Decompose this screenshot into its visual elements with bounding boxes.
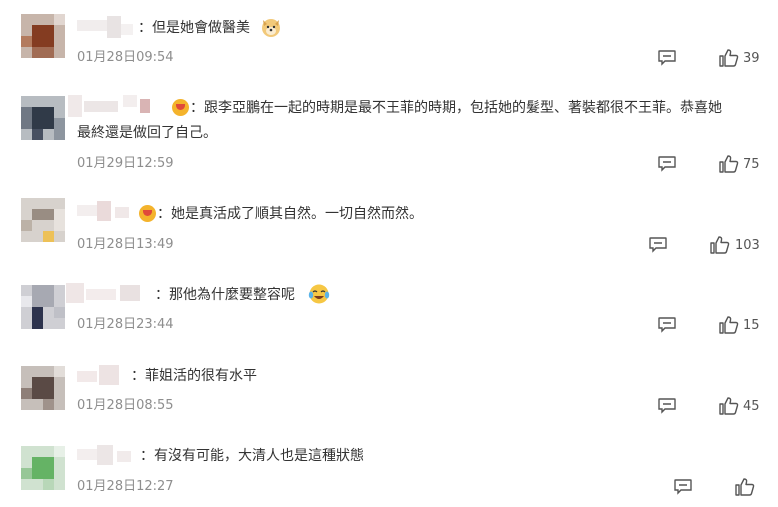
thumbs-up-icon[interactable]: [710, 236, 730, 254]
avatar[interactable]: [21, 446, 65, 490]
timestamp: 01月28日08:55: [77, 398, 174, 413]
like-count: 103: [735, 238, 760, 253]
timestamp: 01月28日09:54: [77, 50, 174, 65]
comment-text: ：那他為什麼要整容呢: [155, 287, 295, 303]
timestamp: 01月28日23:44: [77, 317, 174, 332]
like-count: 39: [743, 51, 760, 66]
comment-text: ：菲姐活的很有水平: [131, 368, 257, 384]
like-count: 45: [743, 399, 760, 414]
thumbs-up-icon[interactable]: [719, 397, 739, 415]
reply-icon[interactable]: [649, 237, 667, 253]
avatar[interactable]: [21, 14, 65, 58]
avatar[interactable]: [21, 96, 65, 140]
comment-text: ：跟李亞鵬在一起的時期是最不王菲的時期，包括她的髮型、著裝都很不王菲。恭喜她: [190, 100, 722, 116]
timestamp: 01月28日12:27: [77, 479, 174, 494]
like-count: 75: [743, 157, 760, 172]
reply-icon[interactable]: [658, 50, 676, 66]
comment-text-continued: 最終還是做回了自己。: [77, 125, 217, 141]
username-blurred[interactable]: [68, 95, 168, 117]
love-face-icon: [139, 205, 156, 222]
love-face-icon: [172, 99, 189, 116]
thumbs-up-icon[interactable]: [719, 316, 739, 334]
username-blurred[interactable]: [77, 445, 137, 467]
username-blurred[interactable]: [77, 365, 123, 387]
avatar[interactable]: [21, 285, 65, 329]
username-blurred[interactable]: [66, 283, 154, 305]
thumbs-up-icon[interactable]: [735, 478, 755, 496]
doge-icon: [262, 19, 280, 37]
avatar[interactable]: [21, 366, 65, 410]
thumbs-up-icon[interactable]: [719, 155, 739, 173]
username-blurred[interactable]: [77, 16, 139, 38]
avatar[interactable]: [21, 198, 65, 242]
like-count: 15: [743, 318, 760, 333]
reply-icon[interactable]: [674, 479, 692, 495]
thumbs-up-icon[interactable]: [719, 49, 739, 67]
reply-icon[interactable]: [658, 317, 676, 333]
comment-text: ：她是真活成了順其自然。一切自然而然。: [157, 206, 423, 222]
comment-text: ：有沒有可能，大清人也是這種狀態: [140, 448, 364, 464]
timestamp: 01月29日12:59: [77, 156, 174, 171]
reply-icon[interactable]: [658, 156, 676, 172]
username-blurred[interactable]: [77, 201, 135, 223]
reply-icon[interactable]: [658, 398, 676, 414]
timestamp: 01月28日13:49: [77, 237, 174, 252]
comment-text: ：但是她會做醫美: [138, 20, 250, 36]
laughing-crying-icon: [308, 284, 330, 304]
